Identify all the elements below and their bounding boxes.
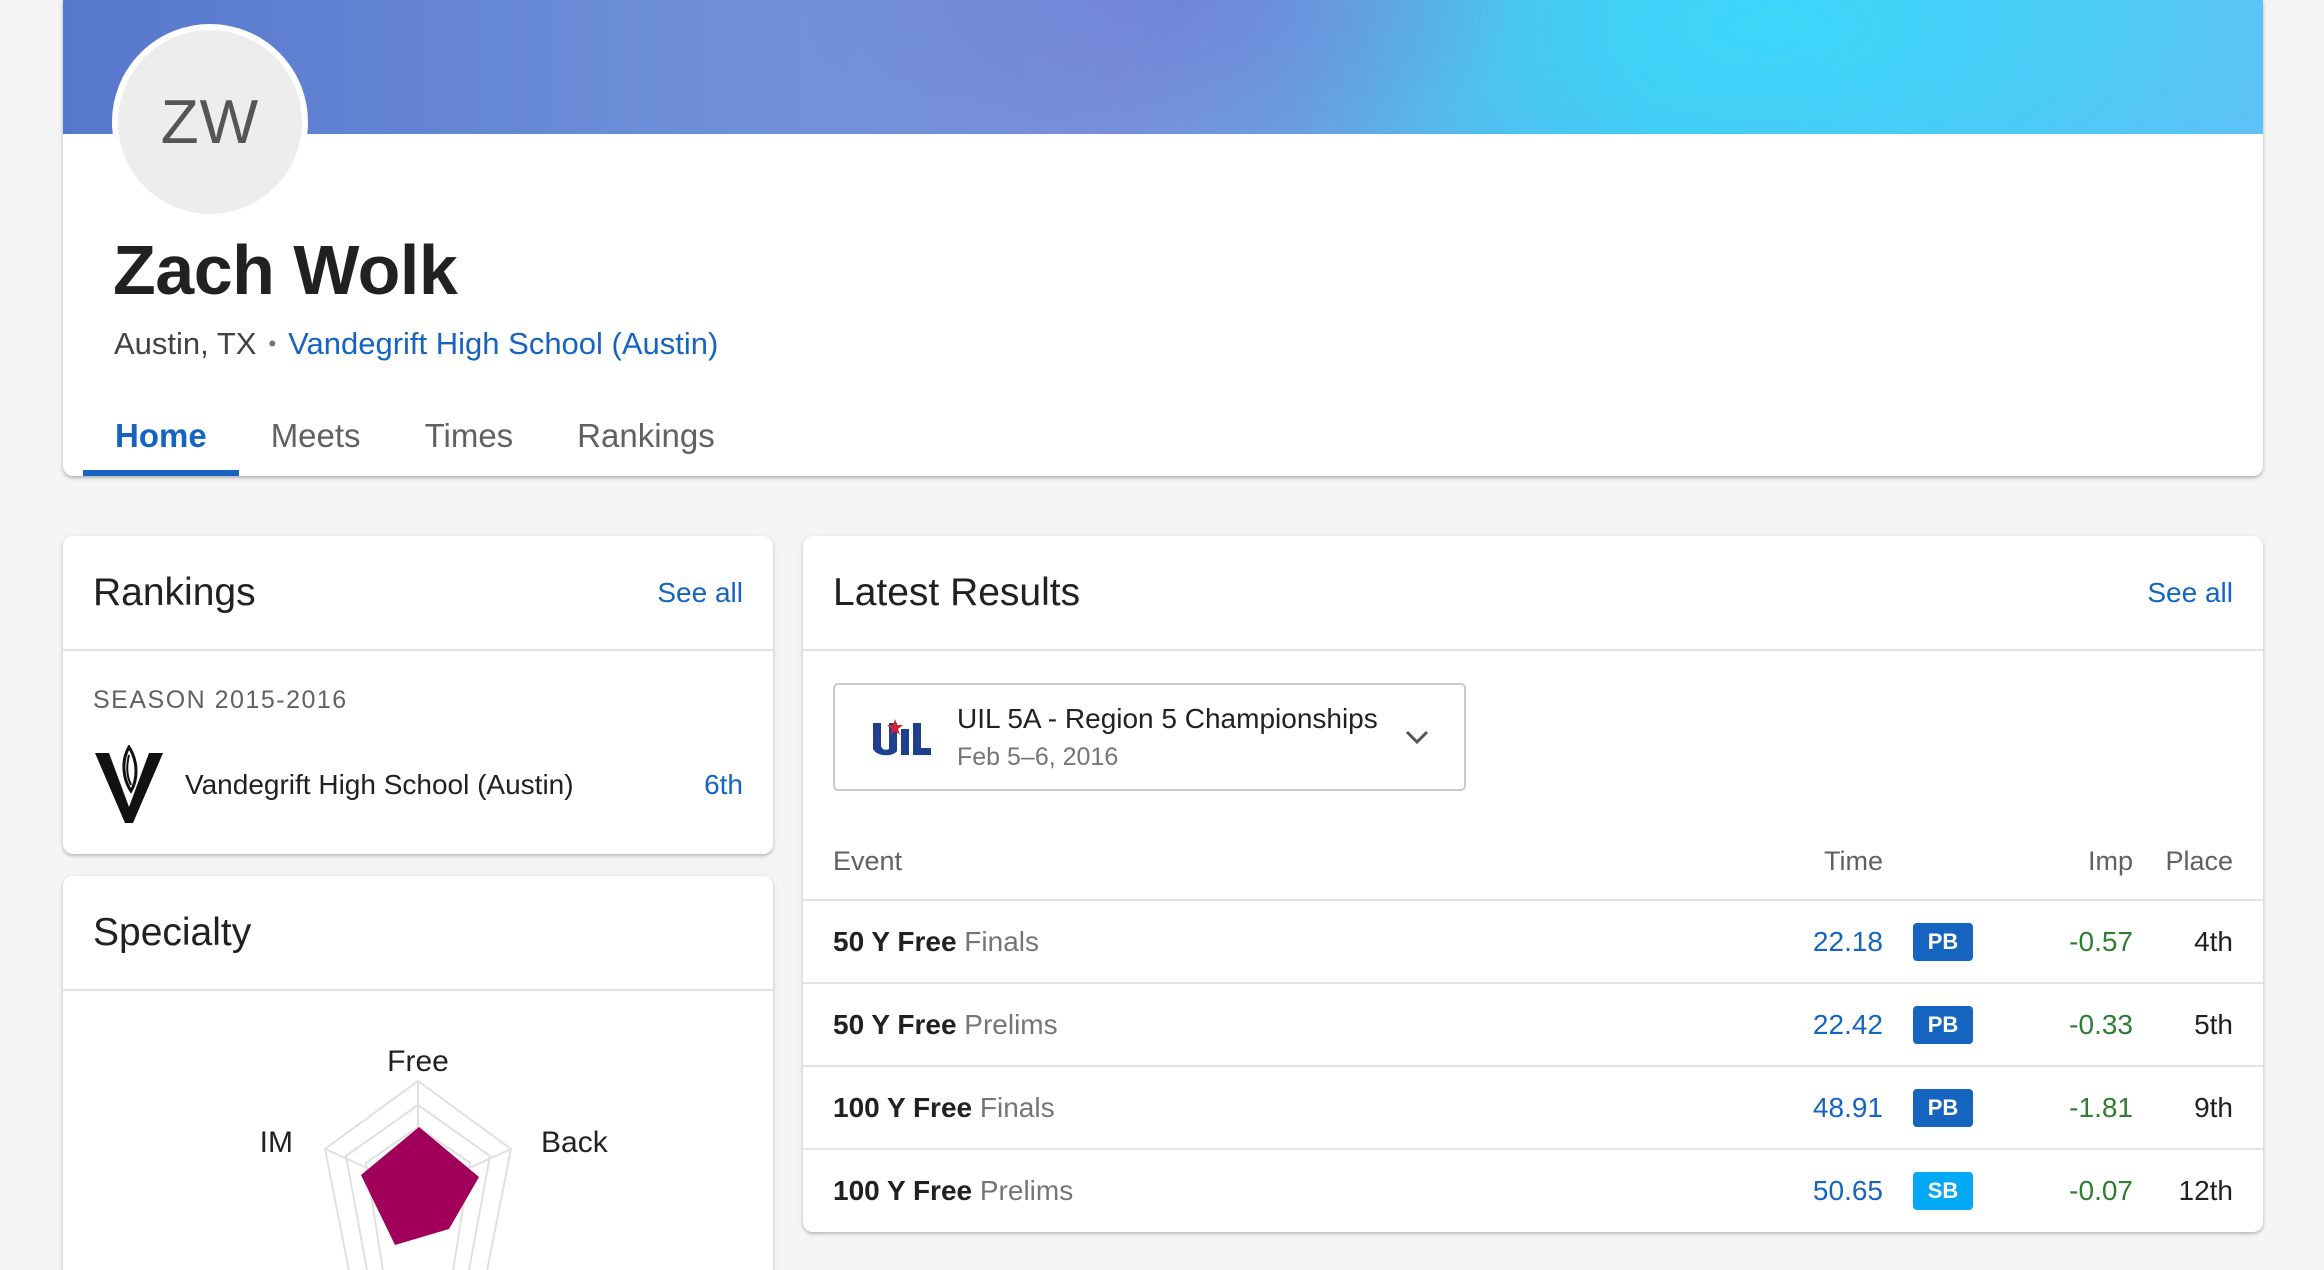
event-round: Finals xyxy=(964,925,1039,957)
vandegrift-v-logo-icon xyxy=(95,745,163,823)
specialty-radar-chart: Free Back IM xyxy=(260,1045,609,1270)
result-row[interactable]: 50 Y Free Finals 22.18 PB -0.57 4th xyxy=(803,900,2263,984)
meet-name: UIL 5A - Region 5 Championships xyxy=(957,702,1378,734)
meet-date: Feb 5–6, 2016 xyxy=(957,742,1119,771)
athlete-subline: Austin, TX • Vandegrift High School (Aus… xyxy=(114,326,718,362)
event-name: 50 Y Free xyxy=(833,1008,957,1040)
result-time[interactable]: 22.42 xyxy=(1813,1009,1883,1040)
event-round: Finals xyxy=(979,1091,1055,1123)
separator-dot: • xyxy=(268,331,277,356)
results-header-row: Event Time Imp Place xyxy=(803,824,2263,901)
sb-badge: SB xyxy=(1913,1172,1973,1210)
ranking-place[interactable]: 6th xyxy=(704,769,743,801)
tab-home[interactable]: Home xyxy=(83,395,239,476)
event-name: 50 Y Free xyxy=(833,925,957,957)
result-row[interactable]: 100 Y Free Finals 48.91 PB -1.81 9th xyxy=(803,1066,2263,1150)
result-improvement: -0.33 xyxy=(2069,1008,2133,1040)
ranking-team-name: Vandegrift High School (Austin) xyxy=(185,769,574,800)
radar-label-im: IM xyxy=(260,1126,293,1159)
profile-tabs: Home Meets Times Rankings xyxy=(83,395,747,476)
result-improvement: -0.57 xyxy=(2069,925,2133,957)
result-event: 50 Y Free Prelims xyxy=(803,983,1743,1067)
result-place: 4th xyxy=(2194,925,2233,957)
result-event: 100 Y Free Prelims xyxy=(803,1149,1743,1232)
result-place: 9th xyxy=(2194,1091,2233,1123)
result-place: 5th xyxy=(2194,1008,2233,1040)
athlete-location: Austin, TX xyxy=(114,326,257,361)
meet-text: UIL 5A - Region 5 Championships Feb 5–6,… xyxy=(957,703,1404,772)
radar-label-back: Back xyxy=(541,1126,609,1159)
results-title: Latest Results xyxy=(833,570,1081,614)
tab-times[interactable]: Times xyxy=(393,395,546,476)
event-name: 100 Y Free xyxy=(833,1091,973,1123)
season-label: SEASON 2015-2016 xyxy=(93,686,348,714)
athlete-name: Zach Wolk xyxy=(113,231,458,309)
pb-badge: PB xyxy=(1913,1088,1973,1127)
result-time[interactable]: 22.18 xyxy=(1813,926,1883,957)
result-row[interactable]: 50 Y Free Prelims 22.42 PB -0.33 5th xyxy=(803,983,2263,1067)
result-event: 50 Y Free Finals xyxy=(803,900,1743,984)
rankings-title: Rankings xyxy=(93,570,256,614)
col-header-place: Place xyxy=(2133,824,2263,901)
event-round: Prelims xyxy=(979,1175,1074,1206)
result-improvement: -0.07 xyxy=(2069,1175,2133,1206)
radar-area xyxy=(361,1127,479,1245)
result-time[interactable]: 50.65 xyxy=(1813,1175,1883,1206)
profile-card: ZW Zach Wolk Austin, TX • Vandegrift Hig… xyxy=(63,0,2263,476)
rankings-see-all-link[interactable]: See all xyxy=(657,577,743,609)
col-header-time: Time xyxy=(1743,824,1883,901)
result-time[interactable]: 48.91 xyxy=(1813,1092,1883,1123)
result-event: 100 Y Free Finals xyxy=(803,1066,1743,1150)
meet-selector[interactable]: UIL 5A - Region 5 Championships Feb 5–6,… xyxy=(833,683,1466,791)
pb-badge: PB xyxy=(1913,1005,1973,1044)
results-table: Event Time Imp Place 50 Y Free Finals 22… xyxy=(803,824,2263,1232)
col-header-badge xyxy=(1883,824,2003,901)
event-name: 100 Y Free xyxy=(833,1175,973,1206)
specialty-header: Specialty xyxy=(63,876,773,991)
specialty-title: Specialty xyxy=(93,910,252,954)
results-see-all-link[interactable]: See all xyxy=(2147,577,2233,609)
school-link[interactable]: Vandegrift High School (Austin) xyxy=(288,326,718,362)
col-header-event: Event xyxy=(803,824,1743,901)
pb-badge: PB xyxy=(1913,922,1973,961)
result-place: 12th xyxy=(2178,1175,2234,1206)
latest-results-card: Latest Results See all UIL 5A - Region 5… xyxy=(803,536,2263,1232)
radar-label-free: Free xyxy=(387,1045,449,1078)
tab-rankings[interactable]: Rankings xyxy=(545,395,747,476)
rankings-header: Rankings See all xyxy=(63,536,773,651)
col-header-imp: Imp xyxy=(2003,824,2133,901)
result-improvement: -1.81 xyxy=(2069,1091,2133,1123)
uil-logo-icon xyxy=(873,719,931,756)
results-header: Latest Results See all xyxy=(803,536,2263,651)
profile-banner xyxy=(63,0,2263,134)
event-round: Prelims xyxy=(964,1008,1058,1040)
specialty-card: Specialty Free Back IM xyxy=(63,876,773,1270)
avatar: ZW xyxy=(112,24,308,220)
ranking-row[interactable]: Vandegrift High School (Austin) 6th xyxy=(93,740,743,830)
result-row[interactable]: 100 Y Free Prelims 50.65 SB -0.07 12th xyxy=(803,1149,2263,1232)
chevron-down-icon xyxy=(1405,730,1429,745)
tab-meets[interactable]: Meets xyxy=(239,395,393,476)
